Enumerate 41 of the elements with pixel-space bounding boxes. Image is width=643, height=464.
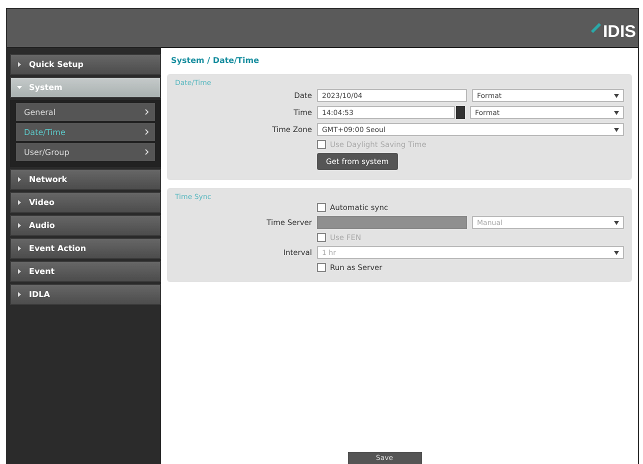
breadcrumb: System / Date/Time — [170, 55, 260, 67]
chevron-right-icon — [145, 129, 149, 135]
logo-text: IDIS — [602, 22, 636, 42]
submenu-label: User/Group — [24, 148, 70, 156]
logo-mark-icon — [590, 22, 602, 34]
collapsed-triangle-icon — [17, 269, 22, 274]
nav-item[interactable]: Video — [10, 192, 161, 213]
dropdown-arrow-icon — [614, 110, 619, 114]
nav-item[interactable]: Quick Setup — [10, 54, 161, 75]
nav-label: Event — [29, 267, 55, 276]
nav-label: Video — [29, 198, 54, 207]
dropdown-arrow-icon — [614, 220, 619, 224]
collapsed-triangle-icon — [17, 177, 22, 182]
collapsed-triangle-icon — [17, 292, 22, 297]
nav-label: Event Action — [29, 244, 86, 253]
nav-item[interactable]: IDLA — [10, 284, 161, 305]
nav-item[interactable]: Event Action — [10, 238, 161, 259]
nav-item[interactable]: Audio — [10, 215, 161, 236]
nav-label: Network — [29, 175, 68, 184]
submenu-label: General — [24, 108, 56, 116]
dropdown-arrow-icon — [614, 128, 619, 132]
nav-item[interactable]: Event — [10, 261, 161, 282]
nav-label: Audio — [29, 221, 55, 230]
submenu-item[interactable]: General — [16, 103, 155, 121]
chevron-right-icon — [145, 149, 149, 155]
submenu-label: Date/Time — [24, 128, 66, 136]
submenu-item[interactable]: User/Group — [16, 143, 155, 161]
collapsed-triangle-icon — [17, 62, 22, 67]
expanded-triangle-icon — [17, 85, 22, 90]
chevron-right-icon — [145, 109, 149, 115]
nav-item[interactable]: Network — [10, 169, 161, 190]
collapsed-triangle-icon — [17, 223, 22, 228]
collapsed-triangle-icon — [17, 200, 22, 205]
collapsed-triangle-icon — [17, 246, 22, 251]
submenu-item[interactable]: Date/Time — [16, 123, 155, 141]
nav-label: System — [29, 83, 62, 92]
nav-label: IDLA — [29, 290, 50, 299]
dropdown-arrow-icon — [614, 250, 619, 254]
spinner-icon[interactable] — [456, 106, 465, 119]
nav-label: Quick Setup — [29, 60, 84, 69]
dropdown-arrow-icon — [614, 94, 619, 98]
